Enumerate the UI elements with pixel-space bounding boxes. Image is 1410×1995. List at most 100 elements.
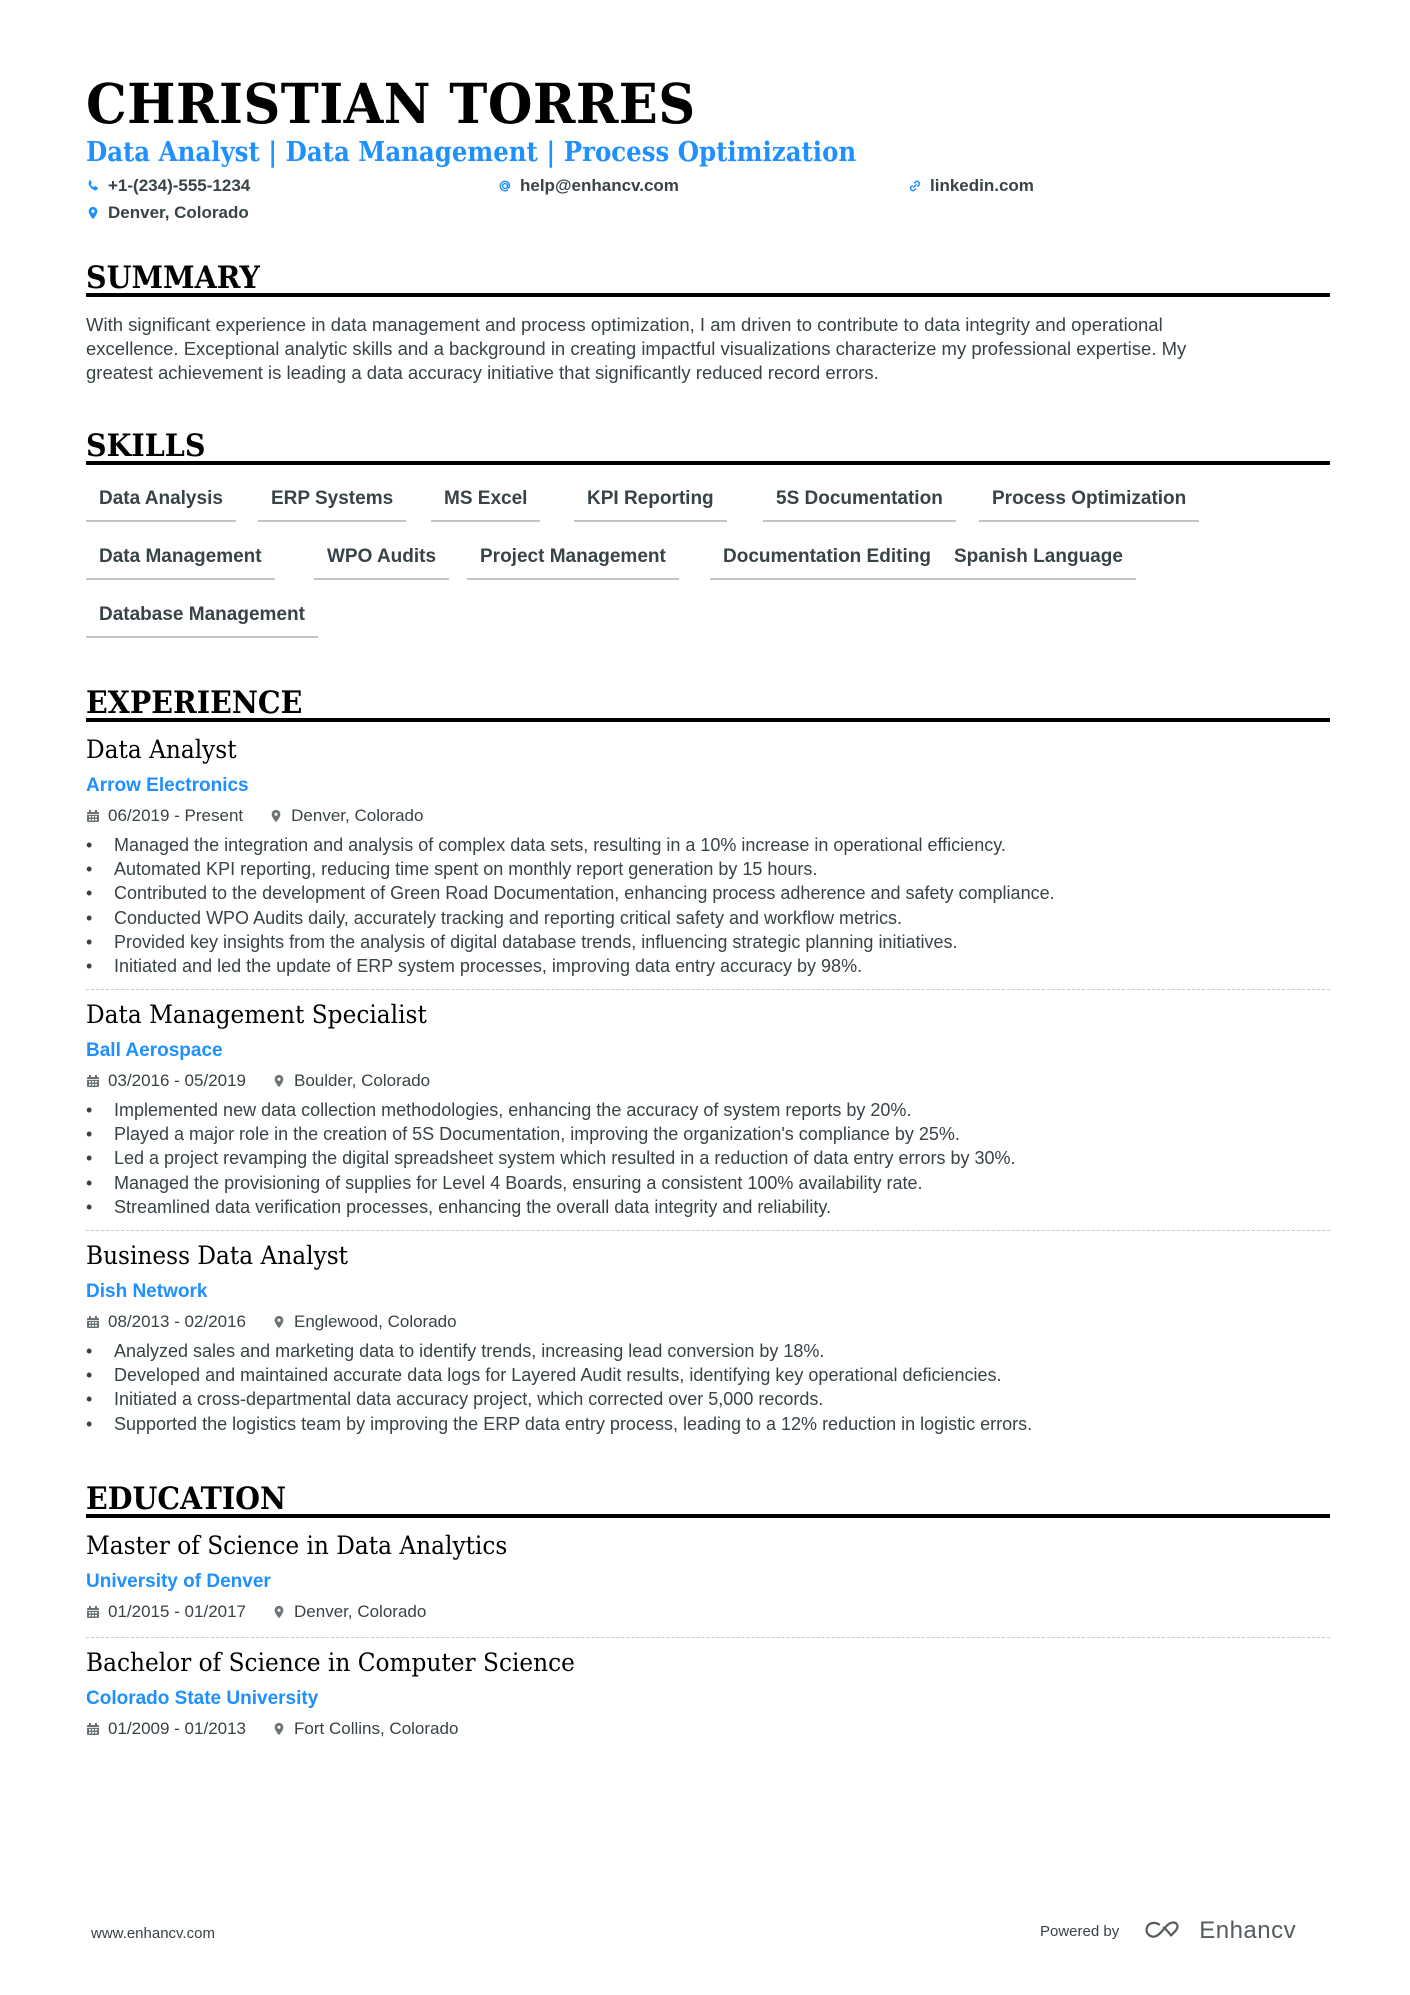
bullet-item: Played a major role in the creation of 5… xyxy=(86,1122,1330,1146)
summary-line: With significant experience in data mana… xyxy=(86,314,1163,335)
contact-phone[interactable]: +1-(234)-555-1234 xyxy=(86,176,250,196)
summary-heading: SUMMARY xyxy=(86,260,260,296)
enhancv-brand-text: Enhancv xyxy=(1199,1917,1297,1944)
bullet-item: Provided key insights from the analysis … xyxy=(86,930,1330,954)
job-title: Data Management Specialist xyxy=(86,1000,427,1029)
enhancv-logo[interactable]: Enhancv xyxy=(1143,1917,1296,1945)
location-pin-icon xyxy=(86,206,100,220)
link-icon xyxy=(908,179,922,193)
skill-tag: Project Management xyxy=(467,546,679,580)
skills-heading: SKILLS xyxy=(86,428,206,464)
location-pin-icon xyxy=(274,1723,284,1736)
education-dates: 01/2015 - 01/2017 xyxy=(86,1602,246,1622)
entry-divider xyxy=(86,1230,1330,1231)
calendar-icon xyxy=(87,1075,99,1088)
school-name[interactable]: Colorado State University xyxy=(86,1688,318,1711)
skill-tag: Documentation Editing xyxy=(710,546,944,580)
bullet-item: Initiated and led the update of ERP syst… xyxy=(86,954,1330,978)
enhancv-logo-icon xyxy=(1145,1921,1179,1938)
entry-divider xyxy=(86,989,1330,990)
bullet-item: Analyzed sales and marketing data to ide… xyxy=(86,1339,1330,1363)
candidate-headline: Data Analyst | Data Management | Process… xyxy=(86,137,857,168)
summary-line: excellence. Exceptional analytic skills … xyxy=(86,338,1187,359)
website-text: linkedin.com xyxy=(930,176,1034,195)
job-meta: 08/2013 - 02/2016 Englewood, Colorado xyxy=(86,1312,483,1332)
footer-branding: Powered by Enhancv xyxy=(1040,1917,1296,1945)
phone-text: +1-(234)-555-1234 xyxy=(108,176,251,195)
job-location: Denver, Colorado xyxy=(269,806,423,826)
phone-icon xyxy=(86,179,100,193)
skill-tag: Process Optimization xyxy=(979,488,1200,522)
skill-tag: 5S Documentation xyxy=(763,488,956,522)
education-divider xyxy=(86,1514,1330,1518)
company-name[interactable]: Arrow Electronics xyxy=(86,775,249,798)
education-meta: 01/2015 - 01/2017 Denver, Colorado xyxy=(86,1602,452,1622)
location-pin-icon xyxy=(274,1075,284,1088)
experience-divider xyxy=(86,718,1330,722)
education-heading: EDUCATION xyxy=(86,1481,287,1517)
job-title: Data Analyst xyxy=(86,735,237,764)
skills-divider xyxy=(86,461,1330,465)
calendar-icon xyxy=(87,1723,99,1736)
skill-tag: MS Excel xyxy=(431,488,541,522)
skill-tag: Database Management xyxy=(86,604,318,638)
job-location: Englewood, Colorado xyxy=(272,1312,457,1332)
job-dates: 06/2019 - Present xyxy=(86,806,243,826)
bullet-item: Initiated a cross-departmental data accu… xyxy=(86,1387,1330,1411)
job-location: Boulder, Colorado xyxy=(272,1071,430,1091)
skill-tag: Data Management xyxy=(86,546,275,580)
location-pin-icon xyxy=(274,1316,284,1329)
calendar-icon xyxy=(87,1606,99,1619)
experience-heading: EXPERIENCE xyxy=(86,685,303,721)
skill-tag: Spanish Language xyxy=(941,546,1136,580)
bullet-item: Implemented new data collection methodol… xyxy=(86,1098,1330,1122)
summary-divider xyxy=(86,293,1330,297)
calendar-icon xyxy=(87,810,99,823)
degree-title: Bachelor of Science in Computer Science xyxy=(86,1648,575,1677)
summary-line: greatest achievement is leading a data a… xyxy=(86,362,879,383)
education-location: Fort Collins, Colorado xyxy=(272,1719,458,1739)
candidate-name: CHRISTIAN TORRES xyxy=(86,71,696,136)
location-pin-icon xyxy=(274,1606,284,1619)
location-text: Denver, Colorado xyxy=(108,203,249,222)
bullet-item: Streamlined data verification processes,… xyxy=(86,1195,1330,1219)
degree-title: Master of Science in Data Analytics xyxy=(86,1531,508,1560)
contact-location: Denver, Colorado xyxy=(86,203,249,223)
skill-tag: KPI Reporting xyxy=(574,488,727,522)
bullet-item: Developed and maintained accurate data l… xyxy=(86,1363,1330,1387)
bullet-item: Managed the integration and analysis of … xyxy=(86,833,1330,857)
skill-tag: Data Analysis xyxy=(86,488,236,522)
contact-email[interactable]: help@enhancv.com xyxy=(498,176,679,196)
calendar-icon xyxy=(87,1316,99,1329)
job-bullets: Implemented new data collection methodol… xyxy=(86,1098,1330,1219)
location-pin-icon xyxy=(271,810,281,823)
company-name[interactable]: Dish Network xyxy=(86,1281,207,1304)
powered-by-label: Powered by xyxy=(1040,1922,1120,1940)
education-location: Denver, Colorado xyxy=(272,1602,426,1622)
email-text: help@enhancv.com xyxy=(520,176,679,195)
bullet-item: Conducted WPO Audits daily, accurately t… xyxy=(86,906,1330,930)
job-meta: 03/2016 - 05/2019 Boulder, Colorado xyxy=(86,1071,456,1091)
bullet-item: Led a project revamping the digital spre… xyxy=(86,1146,1330,1170)
company-name[interactable]: Ball Aerospace xyxy=(86,1040,223,1063)
school-name[interactable]: University of Denver xyxy=(86,1571,271,1594)
bullet-item: Supported the logistics team by improvin… xyxy=(86,1412,1330,1436)
bullet-item: Automated KPI reporting, reducing time s… xyxy=(86,857,1330,881)
job-dates: 08/2013 - 02/2016 xyxy=(86,1312,246,1332)
bullet-item: Contributed to the development of Green … xyxy=(86,881,1330,905)
skill-tag: WPO Audits xyxy=(314,546,450,580)
at-icon xyxy=(498,179,512,193)
footer-website-link[interactable]: www.enhancv.com xyxy=(91,1925,215,1942)
job-dates: 03/2016 - 05/2019 xyxy=(86,1071,246,1091)
job-meta: 06/2019 - Present Denver, Colorado xyxy=(86,806,449,826)
skill-tag: ERP Systems xyxy=(258,488,407,522)
entry-divider xyxy=(86,1637,1330,1638)
summary-text: With significant experience in data mana… xyxy=(86,313,1330,385)
education-dates: 01/2009 - 01/2013 xyxy=(86,1719,246,1739)
job-bullets: Analyzed sales and marketing data to ide… xyxy=(86,1339,1330,1436)
contact-website[interactable]: linkedin.com xyxy=(908,176,1034,196)
bullet-item: Managed the provisioning of supplies for… xyxy=(86,1171,1330,1195)
job-bullets: Managed the integration and analysis of … xyxy=(86,833,1330,978)
education-meta: 01/2009 - 01/2013 Fort Collins, Colorado xyxy=(86,1719,484,1739)
job-title: Business Data Analyst xyxy=(86,1241,348,1270)
